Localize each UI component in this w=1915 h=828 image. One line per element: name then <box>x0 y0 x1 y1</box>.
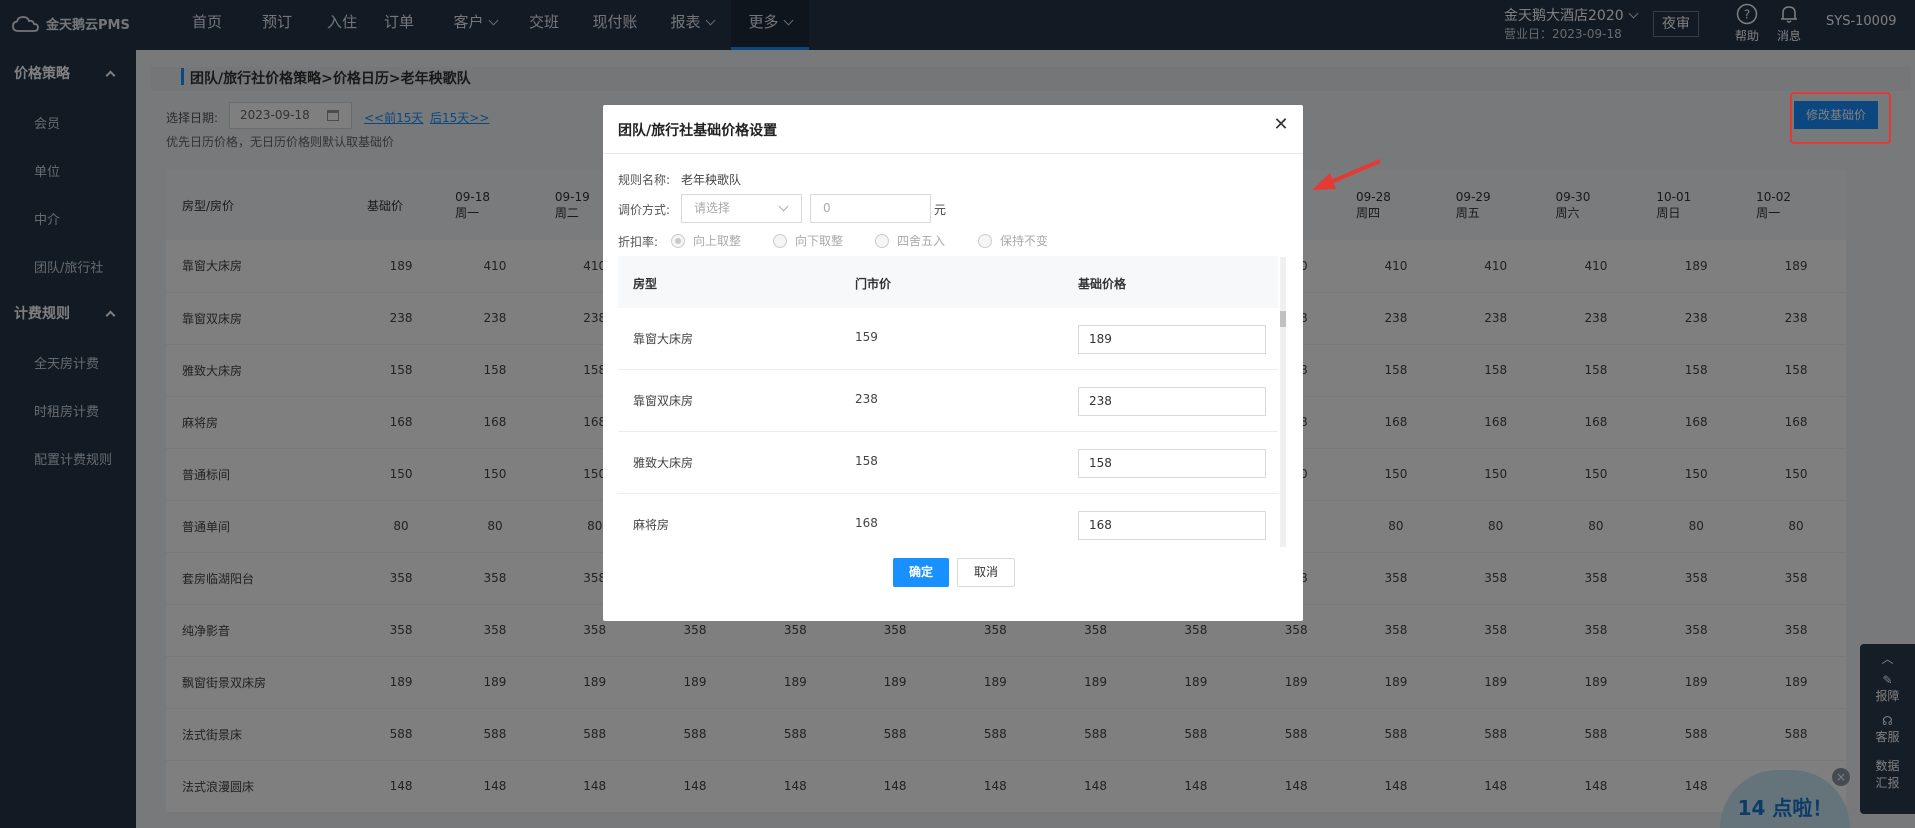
chevron-down-icon <box>778 201 789 212</box>
annotation-highlight-box <box>1790 92 1891 144</box>
adjust-amount-input[interactable]: 0 <box>810 194 931 223</box>
col-base-price: 基础价格 <box>1078 277 1127 291</box>
scrollbar-track[interactable] <box>1280 257 1286 547</box>
scrollbar-thumb[interactable] <box>1280 311 1286 327</box>
radio-round-half[interactable]: 四舍五入 <box>875 232 945 249</box>
adjust-method-select[interactable]: 请选择 <box>681 194 802 223</box>
annotation-arrow-icon <box>1312 159 1381 190</box>
radio-label: 向下取整 <box>795 234 844 248</box>
table-row: 靠窗大床房 159 189 <box>618 308 1278 370</box>
radio-label: 四舍五入 <box>897 234 946 248</box>
adjust-method-placeholder: 请选择 <box>694 201 731 215</box>
radio-round-down[interactable]: 向下取整 <box>773 232 843 249</box>
radio-round-up[interactable]: 向上取整 <box>671 232 741 249</box>
radio-label: 向上取整 <box>693 234 742 248</box>
rule-name-label: 规则名称: <box>618 173 671 187</box>
discount-label: 折扣率: <box>618 235 659 249</box>
radio-dot <box>875 233 889 248</box>
radio-keep[interactable]: 保持不变 <box>978 232 1048 249</box>
confirm-button[interactable]: 确定 <box>893 558 949 587</box>
rack-price-cell: 168 <box>855 516 878 530</box>
table-row: 靠窗双床房 238 238 <box>618 370 1278 432</box>
base-price-input[interactable]: 158 <box>1078 449 1266 478</box>
radio-dot <box>773 233 787 248</box>
rack-price-cell: 159 <box>855 330 878 344</box>
base-price-input[interactable]: 168 <box>1078 511 1266 540</box>
base-price-table: 房型 门市价 基础价格 靠窗大床房 159 189 靠窗双床房 238 238 … <box>618 256 1278 548</box>
room-type-cell: 靠窗双床房 <box>633 394 694 408</box>
col-rack-price: 门市价 <box>855 277 892 291</box>
close-icon[interactable]: ✕ <box>1271 115 1291 135</box>
room-type-cell: 麻将房 <box>633 518 670 532</box>
modal-divider <box>603 153 1303 154</box>
table-row: 麻将房 168 168 <box>618 494 1278 548</box>
rule-name-value: 老年秧歌队 <box>681 173 742 187</box>
base-price-input[interactable]: 238 <box>1078 387 1266 416</box>
rack-price-cell: 158 <box>855 454 878 468</box>
radio-dot <box>671 233 685 248</box>
modal-title: 团队/旅行社基础价格设置 <box>618 123 778 139</box>
room-type-cell: 雅致大床房 <box>633 456 694 470</box>
rack-price-cell: 238 <box>855 392 878 406</box>
room-type-cell: 靠窗大床房 <box>633 332 694 346</box>
table-header-row: 房型 门市价 基础价格 <box>618 256 1278 308</box>
adjust-method-label: 调价方式: <box>618 203 671 217</box>
radio-dot <box>978 233 992 248</box>
col-room-type: 房型 <box>633 277 658 291</box>
table-row: 雅致大床房 158 158 <box>618 432 1278 494</box>
base-price-modal: 团队/旅行社基础价格设置 ✕ 规则名称: 老年秧歌队 调价方式: 请选择 0 元… <box>603 105 1303 621</box>
base-price-input[interactable]: 189 <box>1078 325 1266 354</box>
radio-label: 保持不变 <box>1000 234 1049 248</box>
currency-unit: 元 <box>934 203 947 217</box>
cancel-button[interactable]: 取消 <box>957 558 1015 587</box>
